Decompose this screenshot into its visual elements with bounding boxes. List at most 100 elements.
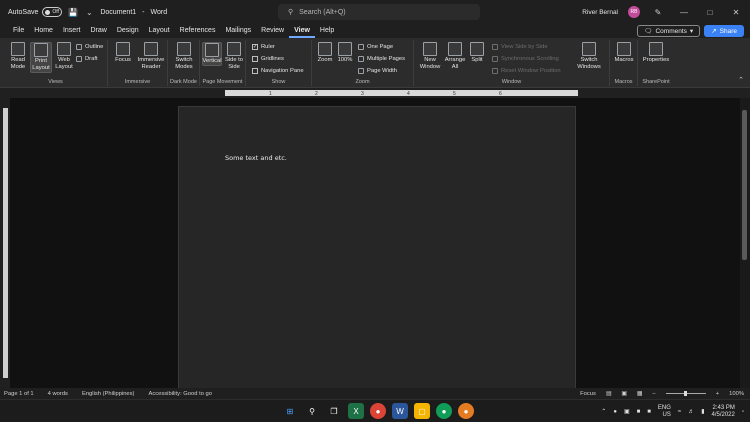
draft-button[interactable]: Draft bbox=[76, 56, 98, 62]
user-name[interactable]: River Bernal bbox=[582, 9, 618, 16]
pen-icon[interactable]: ✎ bbox=[650, 8, 666, 17]
search-box[interactable]: ⚲ Search (Alt+Q) bbox=[278, 4, 480, 20]
save-icon[interactable]: 💾 bbox=[68, 8, 78, 17]
page-width-button[interactable]: Page Width bbox=[358, 68, 397, 74]
switch-windows-button[interactable]: Switch Windows bbox=[574, 42, 604, 71]
immersive-reader-button[interactable]: Immersive Reader bbox=[136, 42, 166, 71]
page-count[interactable]: Page 1 of 1 bbox=[4, 391, 34, 397]
chevron-down-icon[interactable]: ⌄ bbox=[84, 8, 94, 17]
input-language[interactable]: ENG US bbox=[658, 405, 671, 419]
zoom-level[interactable]: 100% bbox=[729, 391, 744, 397]
avatar[interactable]: RB bbox=[628, 6, 640, 18]
switch-modes-button[interactable]: Switch Modes bbox=[172, 42, 196, 71]
tab-review[interactable]: Review bbox=[256, 24, 289, 38]
clock[interactable]: 2:43 PM 4/5/2022 bbox=[712, 405, 735, 419]
synchronous-scrolling-button[interactable]: Synchronous Scrolling bbox=[492, 56, 559, 62]
ruler-checkbox[interactable]: ✓ Ruler bbox=[252, 44, 275, 50]
read-mode-button[interactable]: Read Mode bbox=[8, 42, 28, 71]
zoom-in-icon[interactable]: + bbox=[716, 391, 719, 397]
document-canvas: Some text and etc. bbox=[10, 98, 740, 398]
scroll-thumb[interactable] bbox=[742, 110, 747, 260]
chrome-profile-icon[interactable]: ● bbox=[436, 403, 452, 419]
arrange-all-button[interactable]: Arrange All bbox=[444, 42, 466, 71]
wifi-icon[interactable]: ≈ bbox=[678, 409, 681, 415]
properties-button[interactable]: Properties bbox=[640, 42, 672, 64]
vertical-button[interactable]: Vertical bbox=[202, 42, 222, 66]
print-layout-icon[interactable]: ▣ bbox=[621, 391, 626, 397]
maximize-button[interactable]: □ bbox=[702, 8, 718, 17]
read-mode-icon[interactable]: ▤ bbox=[606, 391, 611, 397]
tray-app-icon[interactable]: ■ bbox=[647, 409, 651, 415]
vertical-ruler[interactable] bbox=[0, 98, 10, 388]
search-icon[interactable]: ⚲ bbox=[304, 403, 320, 419]
zoom-out-icon[interactable]: − bbox=[652, 391, 655, 397]
document-text[interactable]: Some text and etc. bbox=[225, 154, 287, 162]
collapse-ribbon-icon[interactable]: ⌃ bbox=[738, 76, 744, 84]
tab-file[interactable]: File bbox=[8, 24, 29, 38]
file-explorer-icon[interactable]: ▢ bbox=[414, 403, 430, 419]
reader-icon bbox=[144, 42, 158, 56]
group-label: Macros bbox=[614, 79, 633, 85]
hundred-icon bbox=[338, 42, 352, 56]
multiple-pages-button[interactable]: Multiple Pages bbox=[358, 56, 405, 62]
tray-app-icon[interactable]: ▣ bbox=[624, 408, 630, 415]
gridlines-checkbox[interactable]: Gridlines bbox=[252, 56, 284, 62]
macros-button[interactable]: Macros bbox=[612, 42, 636, 64]
tray-app-icon[interactable]: ● bbox=[613, 409, 617, 415]
battery-icon[interactable]: ▮ bbox=[701, 408, 704, 415]
tab-mailings[interactable]: Mailings bbox=[220, 24, 256, 38]
vertical-scrollbar[interactable] bbox=[740, 98, 750, 388]
navigation-pane-checkbox[interactable]: Navigation Pane bbox=[252, 68, 304, 74]
vertical-icon bbox=[205, 43, 219, 57]
close-button[interactable]: ✕ bbox=[728, 8, 744, 17]
zoom-button[interactable]: Zoom bbox=[316, 42, 334, 64]
chrome-canary-icon[interactable]: ● bbox=[458, 403, 474, 419]
horizontal-ruler[interactable]: 1 2 3 4 5 6 bbox=[0, 88, 750, 98]
side-to-side-button[interactable]: Side to Side bbox=[224, 42, 244, 71]
minimize-button[interactable]: — bbox=[676, 8, 692, 17]
web-layout-button[interactable]: Web Layout bbox=[54, 42, 74, 71]
split-button[interactable]: Split bbox=[468, 42, 486, 64]
share-button[interactable]: ↗ Share bbox=[704, 25, 744, 37]
notification-icon[interactable]: ▫ bbox=[742, 409, 744, 415]
volume-icon[interactable]: ♬ bbox=[688, 409, 694, 415]
tab-layout[interactable]: Layout bbox=[144, 24, 175, 38]
chrome-icon[interactable]: ● bbox=[370, 403, 386, 419]
tab-view[interactable]: View bbox=[289, 24, 315, 38]
outline-button[interactable]: Outline bbox=[76, 44, 103, 50]
view-side-by-side-button[interactable]: View Side by Side bbox=[492, 44, 548, 50]
tab-insert[interactable]: Insert bbox=[58, 24, 86, 38]
print-layout-button[interactable]: Print Layout bbox=[30, 42, 52, 73]
word-count[interactable]: 4 words bbox=[48, 391, 68, 397]
chevron-up-icon[interactable]: ⌃ bbox=[601, 408, 606, 415]
tab-references[interactable]: References bbox=[175, 24, 221, 38]
excel-icon[interactable]: X bbox=[348, 403, 364, 419]
tab-draw[interactable]: Draw bbox=[85, 24, 111, 38]
tab-design[interactable]: Design bbox=[112, 24, 144, 38]
search-placeholder: Search (Alt+Q) bbox=[299, 8, 346, 16]
group-macros: Macros Macros bbox=[610, 40, 638, 86]
autosave-control[interactable]: AutoSave Off bbox=[8, 7, 63, 17]
language[interactable]: English (Philippines) bbox=[82, 391, 135, 397]
task-view-icon[interactable]: ❐ bbox=[326, 403, 342, 419]
chevron-down-icon: ▾ bbox=[689, 28, 694, 35]
zoom-100-button[interactable]: 100% bbox=[336, 42, 354, 64]
web-layout-icon[interactable]: ▦ bbox=[637, 391, 642, 397]
tab-help[interactable]: Help bbox=[315, 24, 339, 38]
focus-button[interactable]: Focus bbox=[114, 42, 132, 64]
tray-app-icon[interactable]: ■ bbox=[637, 409, 641, 415]
tab-home[interactable]: Home bbox=[29, 24, 58, 38]
one-page-button[interactable]: One Page bbox=[358, 44, 393, 50]
zoom-slider[interactable] bbox=[665, 391, 706, 396]
ribbon-tabs: File Home Insert Draw Design Layout Refe… bbox=[0, 24, 750, 38]
taskbar: ⊞ ⚲ ❐ X ● W ▢ ● ● ⌃ ● ▣ ■ ■ ENG US ≈ ♬ ▮ … bbox=[0, 399, 750, 422]
accessibility-status[interactable]: Accessibility: Good to go bbox=[149, 391, 212, 397]
word-icon[interactable]: W bbox=[392, 403, 408, 419]
document-page[interactable]: Some text and etc. bbox=[178, 106, 576, 398]
start-icon[interactable]: ⊞ bbox=[282, 403, 298, 419]
comments-button[interactable]: 🗨 Comments ▾ bbox=[637, 25, 701, 37]
new-window-button[interactable]: New Window bbox=[418, 42, 442, 71]
reset-window-position-button[interactable]: Reset Window Position bbox=[492, 68, 561, 74]
autosave-toggle[interactable]: Off bbox=[42, 7, 63, 17]
focus-mode[interactable]: Focus bbox=[580, 391, 596, 397]
